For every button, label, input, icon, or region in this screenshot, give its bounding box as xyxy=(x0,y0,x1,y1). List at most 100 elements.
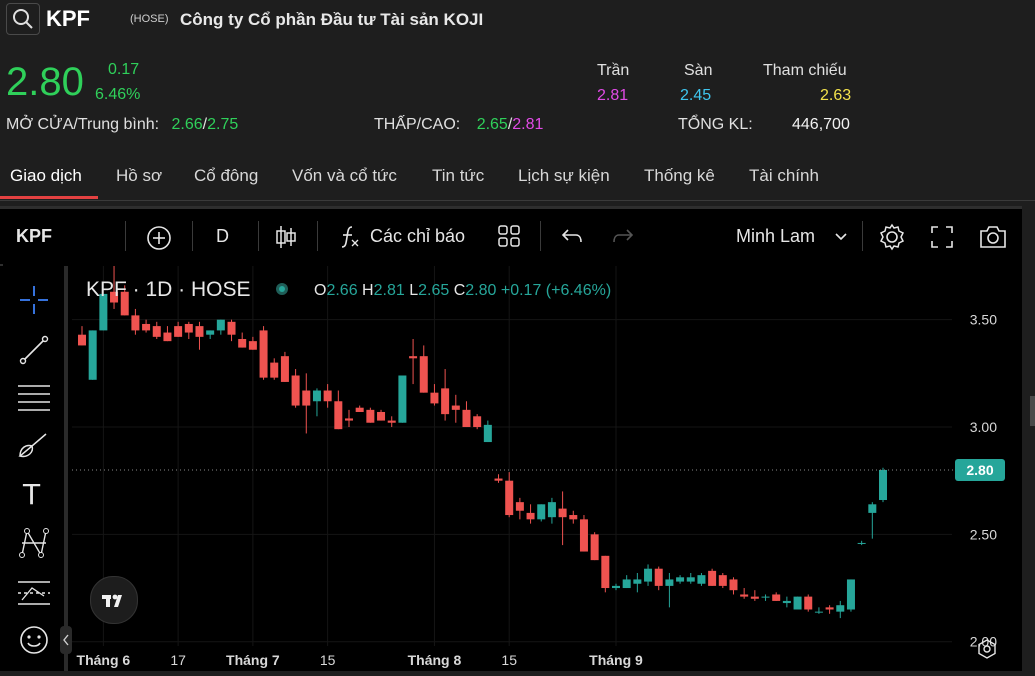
settings-hex-icon xyxy=(978,639,996,659)
open-avg-label: MỞ CỬA/Trung bình: xyxy=(6,116,160,133)
tab-events[interactable]: Lịch sự kiện xyxy=(518,166,610,186)
candle-body xyxy=(697,575,706,584)
function-icon xyxy=(341,226,359,248)
fullscreen-icon[interactable] xyxy=(930,225,954,249)
candle-body xyxy=(430,392,439,404)
fib-retracement-icon[interactable] xyxy=(16,382,52,414)
y-tick-label: 2.50 xyxy=(970,526,997,542)
candle-body xyxy=(291,375,300,406)
candle-body xyxy=(782,600,791,604)
toolbar-divider xyxy=(125,221,126,251)
candle-body xyxy=(409,356,418,359)
theme-label: Minh Lam xyxy=(736,226,816,246)
candle-body xyxy=(676,577,685,582)
change-legend-value: +0.17 (+6.46%) xyxy=(500,282,612,299)
crosshair-icon[interactable] xyxy=(18,284,50,316)
candle-body xyxy=(163,332,172,342)
emoji-icon[interactable] xyxy=(18,624,50,656)
toolbar-divider xyxy=(540,221,541,251)
candle-body xyxy=(857,542,866,544)
redo-icon[interactable] xyxy=(611,226,635,246)
ceiling-value: 2.81 xyxy=(597,87,629,104)
search-icon xyxy=(13,9,33,29)
search-button[interactable] xyxy=(6,3,40,35)
drawing-toolbar: T xyxy=(0,266,72,671)
candles-icon[interactable] xyxy=(274,223,298,251)
low-legend-value: 2.65 xyxy=(418,282,450,299)
candle-body xyxy=(740,594,749,597)
tab-financials[interactable]: Tài chính xyxy=(749,166,819,186)
reference-label: Tham chiếu xyxy=(763,62,847,79)
collapse-toolbar-button[interactable] xyxy=(60,626,72,654)
ticker-symbol: KPF xyxy=(46,6,90,31)
symbol-button[interactable]: KPF xyxy=(16,226,52,247)
undo-icon[interactable] xyxy=(560,226,584,246)
close-legend-value: 2.80 xyxy=(465,282,497,299)
toolbar-divider xyxy=(317,221,318,251)
right-scroll-strip xyxy=(1022,206,1035,671)
candle-body xyxy=(515,502,524,511)
candle-body xyxy=(238,338,247,348)
candle-body xyxy=(686,577,695,582)
candle-body xyxy=(505,480,514,516)
tradingview-logo[interactable] xyxy=(90,576,138,624)
candle-body xyxy=(804,596,813,610)
tab-profile[interactable]: Hồ sơ xyxy=(116,166,162,186)
candle-body xyxy=(355,407,364,412)
scroll-handle[interactable] xyxy=(1030,396,1035,426)
candle-body xyxy=(366,409,375,423)
candle-body xyxy=(152,326,161,337)
chevron-down-icon xyxy=(835,233,847,241)
toolbar-divider xyxy=(862,221,863,251)
floor-value: 2.45 xyxy=(680,87,712,104)
x-tick-label: Tháng 8 xyxy=(408,652,462,668)
candlestick-chart: 3.503.002.502.002.80Tháng 6 17 Tháng 7 15 Th… xyxy=(72,266,1005,668)
camera-icon[interactable] xyxy=(978,224,1008,250)
candle-body xyxy=(750,596,759,599)
x-tick-label: Tháng 7 xyxy=(226,652,280,668)
gear-icon[interactable] xyxy=(877,222,907,252)
ceiling-label: Trần xyxy=(597,62,630,79)
candle-body xyxy=(312,390,321,402)
candle-body xyxy=(259,330,268,378)
tab-trading[interactable]: Giao dịch xyxy=(10,166,82,186)
candle-body xyxy=(590,534,599,561)
tab-capital-dividend[interactable]: Vốn và cổ tức xyxy=(292,166,397,186)
tab-news[interactable]: Tin tức xyxy=(432,166,484,186)
interval-button[interactable]: D xyxy=(216,226,229,247)
candle-body xyxy=(654,568,663,586)
candle-body xyxy=(377,411,386,421)
price-chart[interactable]: 3.50 3.00 2.50 2.00 2.80 Tháng 6 17 Tháng 7 15 Th… xyxy=(72,266,1022,671)
y-tick-label: 3.50 xyxy=(970,312,997,328)
candle-body xyxy=(78,334,86,346)
last-price-label: 2.80 xyxy=(966,462,993,478)
volume-value: 446,700 xyxy=(792,116,850,133)
brush-icon[interactable] xyxy=(16,430,52,462)
close-label: C xyxy=(453,282,466,299)
tab-statistics[interactable]: Thống kê xyxy=(644,166,715,186)
floor-label: Sàn xyxy=(684,62,713,79)
pattern-icon[interactable] xyxy=(17,526,51,560)
candle-body xyxy=(441,388,450,415)
trend-line-icon[interactable] xyxy=(18,334,50,366)
x-tick-label: 15 xyxy=(501,652,517,668)
chevron-left-icon xyxy=(63,634,69,646)
candle-body xyxy=(451,405,460,410)
candle-body xyxy=(174,326,183,337)
candle-body xyxy=(579,519,588,552)
open-value: 2.66 xyxy=(171,116,203,133)
x-tick-label: 17 xyxy=(170,652,186,668)
add-symbol-icon[interactable] xyxy=(145,224,173,252)
toolbar-divider xyxy=(258,221,259,251)
tab-shareholders[interactable]: Cổ đông xyxy=(194,166,258,186)
chart-settings-icon[interactable] xyxy=(976,638,998,665)
candle-body xyxy=(537,504,546,520)
layout-grid-icon[interactable] xyxy=(497,224,521,248)
candle-body xyxy=(793,596,802,610)
forecast-icon[interactable] xyxy=(16,576,52,610)
candle-body xyxy=(142,323,151,331)
candle-body xyxy=(622,579,631,589)
candle-body xyxy=(216,319,225,331)
text-tool-icon[interactable]: T xyxy=(23,478,40,511)
candle-body xyxy=(633,579,642,584)
